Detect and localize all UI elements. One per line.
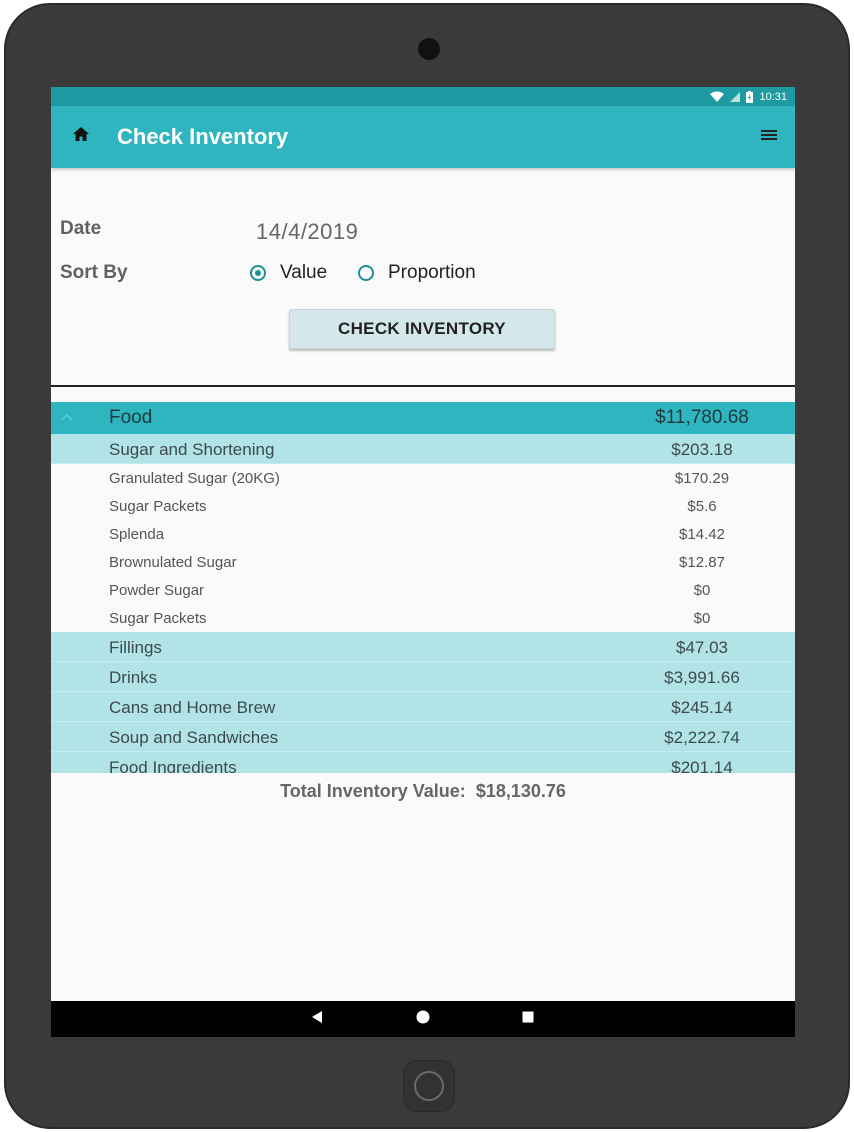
- item-row[interactable]: Powder Sugar $0: [51, 576, 795, 604]
- category-row[interactable]: Food Ingredients $201.14: [51, 752, 795, 773]
- category-row[interactable]: Sugar and Shortening $203.18: [51, 434, 795, 464]
- category-row[interactable]: Drinks $3,991.66: [51, 662, 795, 692]
- camera-icon: [418, 38, 440, 60]
- group-value: $11,780.68: [655, 407, 749, 428]
- row-value: $203.18: [671, 440, 733, 459]
- row-name: Granulated Sugar (20KG): [109, 470, 280, 487]
- status-bar: 10:31: [51, 87, 795, 106]
- nav-home-button[interactable]: [413, 1010, 433, 1028]
- date-label: Date: [60, 218, 102, 239]
- sort-by-label: Sort By: [60, 262, 128, 283]
- category-row[interactable]: Cans and Home Brew $245.14: [51, 692, 795, 722]
- row-value: $12.87: [679, 554, 725, 571]
- hardware-home-button[interactable]: [403, 1060, 455, 1112]
- recents-square-icon: [522, 1010, 534, 1028]
- row-name: Brownulated Sugar: [109, 554, 237, 571]
- item-row[interactable]: Sugar Packets $0: [51, 604, 795, 632]
- item-row[interactable]: Splenda $14.42: [51, 520, 795, 548]
- row-value: $245.14: [671, 698, 733, 717]
- row-name: Food Ingredients: [109, 758, 237, 773]
- system-nav-bar: [51, 1001, 795, 1037]
- sort-value-radio[interactable]: Value: [250, 262, 327, 284]
- home-circle-icon: [416, 1010, 430, 1029]
- radio-checked-icon: [250, 265, 266, 281]
- group-name: Food: [109, 407, 153, 428]
- row-value: $5.6: [687, 498, 717, 515]
- home-icon: [73, 127, 89, 147]
- date-field[interactable]: 14/4/2019: [256, 219, 358, 245]
- row-name: Splenda: [109, 526, 165, 543]
- sort-value-label: Value: [280, 262, 328, 283]
- sort-proportion-radio[interactable]: Proportion: [358, 262, 476, 284]
- row-name: Powder Sugar: [109, 582, 205, 599]
- inventory-form: Date 14/4/2019 Sort By Value Proportion …: [51, 168, 795, 384]
- wifi-icon: [710, 91, 725, 102]
- radio-unchecked-icon: [358, 265, 374, 281]
- chevron-up-icon: [61, 408, 73, 424]
- row-name: Cans and Home Brew: [109, 698, 276, 717]
- sort-proportion-label: Proportion: [388, 262, 476, 283]
- signal-icon: [730, 91, 741, 102]
- row-value: $201.14: [671, 758, 733, 773]
- nav-recents-button[interactable]: [518, 1010, 538, 1028]
- total-inventory-value: Total Inventory Value: $18,130.76: [51, 781, 795, 802]
- row-name: Drinks: [109, 668, 158, 687]
- device-screen: 10:31 Check Inventory Date 14/4/2019 Sor…: [51, 87, 795, 1037]
- check-inventory-button[interactable]: CHECK INVENTORY: [289, 309, 555, 349]
- row-name: Sugar Packets: [109, 498, 207, 515]
- hamburger-menu-icon: [761, 128, 777, 146]
- row-name: Fillings: [109, 638, 162, 657]
- row-value: $0: [693, 582, 711, 599]
- nav-back-button[interactable]: [307, 1010, 327, 1028]
- total-label: Total Inventory Value:: [280, 781, 466, 801]
- row-value: $14.42: [679, 526, 725, 543]
- back-triangle-icon: [311, 1010, 323, 1028]
- inventory-list[interactable]: Food $11,780.68 Sugar and Shortening $203…: [51, 402, 795, 773]
- home-button[interactable]: [51, 106, 111, 168]
- status-time: 10:31: [759, 90, 787, 103]
- category-row[interactable]: Soup and Sandwiches $2,222.74: [51, 722, 795, 752]
- category-row[interactable]: Fillings $47.03: [51, 632, 795, 662]
- page-title: Check Inventory: [117, 124, 289, 149]
- row-value: $170.29: [674, 470, 730, 487]
- row-value: $3,991.66: [664, 668, 740, 687]
- group-header-food[interactable]: Food $11,780.68: [51, 402, 795, 434]
- row-value: $2,222.74: [664, 728, 740, 747]
- row-name: Sugar and Shortening: [109, 440, 275, 459]
- row-name: Sugar Packets: [109, 610, 207, 627]
- menu-button[interactable]: [757, 126, 781, 148]
- row-value: $47.03: [676, 638, 728, 657]
- total-value: $18,130.76: [475, 781, 566, 801]
- row-value: $0: [693, 610, 711, 627]
- divider: [51, 385, 795, 387]
- item-row[interactable]: Sugar Packets $5.6: [51, 492, 795, 520]
- item-row[interactable]: Granulated Sugar (20KG) $170.29: [51, 464, 795, 492]
- row-name: Soup and Sandwiches: [109, 728, 279, 747]
- battery-icon: [746, 90, 754, 103]
- app-bar: Check Inventory: [51, 106, 795, 168]
- item-row[interactable]: Brownulated Sugar $12.87: [51, 548, 795, 576]
